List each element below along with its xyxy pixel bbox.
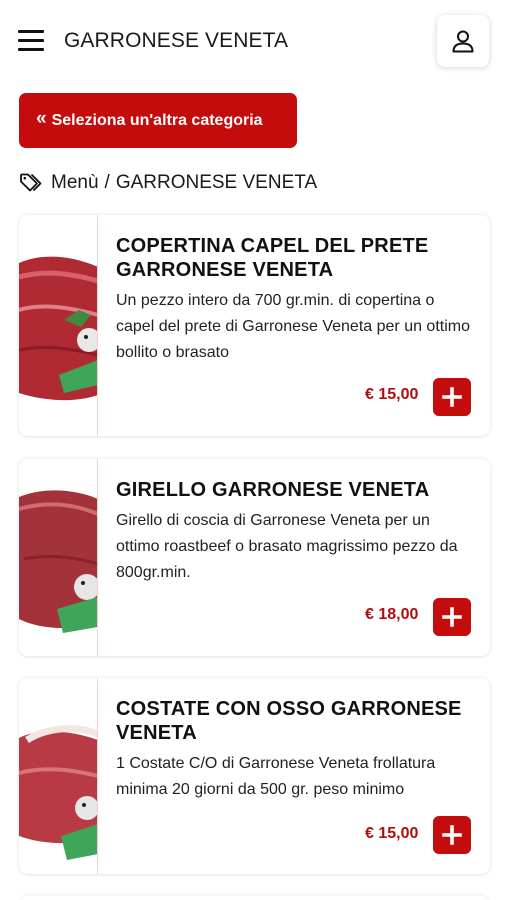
product-description: 1 Costate C/O di Garronese Veneta frolla…: [116, 755, 436, 798]
double-chevron-left-icon: «: [36, 108, 47, 129]
user-icon: [452, 30, 474, 53]
add-to-cart-button[interactable]: [433, 378, 471, 416]
product-card[interactable]: COPERTINA CAPEL DEL PRETE GARRONESE VENE…: [19, 215, 490, 436]
plus-icon: [442, 607, 462, 627]
tags-icon: [19, 172, 45, 194]
product-price: € 15,00: [365, 825, 419, 842]
product-card[interactable]: GIRELLO GARRONESE VENETA Girello di cosc…: [19, 459, 490, 656]
breadcrumb-root-link[interactable]: Menù: [51, 172, 99, 194]
back-button-label: Seleziona un'altra categoria: [51, 111, 263, 129]
product-description: Girello di coscia di Garronese Veneta pe…: [116, 512, 458, 581]
account-button[interactable]: [437, 15, 489, 67]
product-name: COPERTINA CAPEL DEL PRETE GARRONESE VENE…: [116, 235, 429, 281]
product-price: € 18,00: [365, 606, 419, 623]
add-to-cart-button[interactable]: [433, 816, 471, 854]
add-to-cart-button[interactable]: [433, 598, 471, 636]
breadcrumb: Menù / GARRONESE VENETA: [19, 171, 317, 195]
product-image: [19, 678, 98, 874]
top-bar: GARRONESE VENETA: [0, 0, 507, 84]
product-name: GIRELLO GARRONESE VENETA: [116, 479, 430, 501]
plus-icon: [442, 387, 462, 407]
page-title: GARRONESE VENETA: [64, 29, 289, 52]
plus-icon: [442, 825, 462, 845]
select-other-category-button[interactable]: « Seleziona un'altra categoria: [19, 93, 297, 148]
hamburger-menu-icon[interactable]: [18, 29, 44, 51]
product-image: [19, 215, 98, 436]
product-card[interactable]: [19, 896, 490, 900]
product-name: COSTATE CON OSSO GARRONESE VENETA: [116, 698, 462, 744]
product-image: [19, 459, 98, 656]
product-price: € 15,00: [365, 386, 419, 403]
breadcrumb-separator: /: [104, 172, 110, 193]
product-card[interactable]: COSTATE CON OSSO GARRONESE VENETA 1 Cost…: [19, 678, 490, 874]
breadcrumb-current: GARRONESE VENETA: [115, 172, 318, 193]
product-description: Un pezzo intero da 700 gr.min. di copert…: [116, 292, 470, 361]
